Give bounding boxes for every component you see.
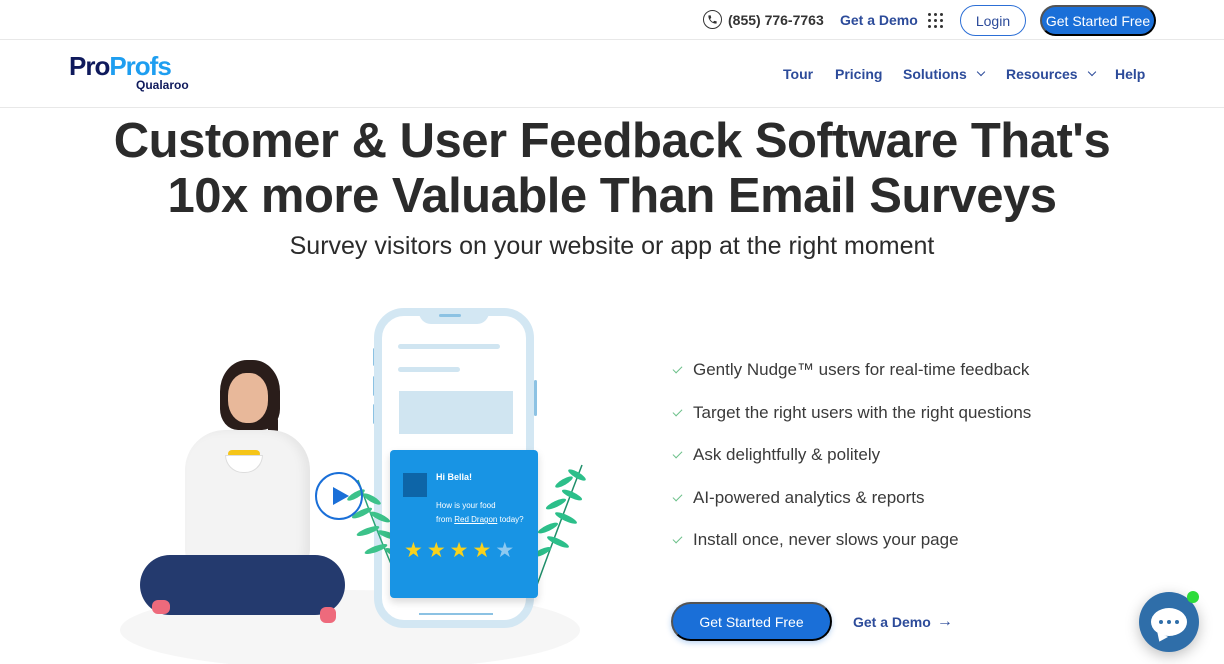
question-suffix: today?: [499, 515, 524, 524]
placeholder-line: [398, 367, 460, 372]
hero-subheadline: Survey visitors on your website or app a…: [289, 232, 935, 260]
play-icon: [333, 487, 349, 505]
chevron-down-icon: [976, 67, 986, 77]
placeholder-line: [398, 344, 500, 349]
check-icon: [672, 448, 683, 459]
check-icon: [672, 363, 683, 374]
nav-item-tour[interactable]: Tour: [783, 66, 813, 82]
star-filled-icon: ★: [472, 539, 492, 562]
check-icon: [672, 533, 683, 544]
chevron-down-icon: [1087, 67, 1096, 77]
logo-product-name: Qualaroo: [136, 78, 189, 92]
phone-home-indicator: [419, 613, 493, 615]
star-filled-icon: ★: [404, 539, 423, 562]
feature-text: Target the right users with the right qu…: [693, 402, 1032, 422]
check-icon: [672, 491, 683, 501]
nav-label: Solutions: [903, 66, 967, 82]
hero-headline-line2: 10x more Valuable Than Email Surveys: [167, 169, 1057, 223]
placeholder-block: [399, 391, 513, 434]
phone-side-button: [534, 380, 537, 416]
star-rating: ★ ★ ★ ★ ★: [404, 538, 514, 563]
phone-notch: [419, 308, 489, 324]
arrow-right-icon: →: [936, 613, 953, 630]
sock: [320, 607, 336, 623]
feature-text: Gently Nudge™ users for real-time feedba…: [693, 360, 1030, 379]
woman-eating-photo: [140, 355, 345, 645]
feature-item: Install once, never slows your page: [670, 530, 1031, 573]
sock: [152, 600, 170, 614]
get-a-demo-label: Get a Demo: [853, 614, 931, 630]
apps-grid-icon[interactable]: [928, 13, 943, 28]
star-filled-icon: ★: [449, 539, 469, 562]
survey-question-line1: How is your food: [436, 501, 496, 510]
avatar-placeholder: [403, 473, 427, 497]
logo-pro: Pro: [69, 51, 110, 81]
nav-item-help[interactable]: Help: [1115, 66, 1145, 82]
phone-number-text: (855) 776-7763: [728, 11, 824, 28]
legs: [140, 555, 345, 615]
check-icon: [672, 406, 683, 416]
feature-item: Target the right users with the right qu…: [670, 403, 1031, 446]
login-button[interactable]: Login: [960, 5, 1026, 36]
hero-headline: Customer & User Feedback Software That's…: [0, 114, 1224, 224]
nav-label: Help: [1115, 66, 1146, 82]
fern-leaf-icon: [532, 464, 586, 586]
survey-greeting: Hi Bella!: [436, 472, 473, 482]
hero-headline-line1: Customer & User Feedback Software That's: [113, 114, 1111, 168]
star-filled-icon: ★: [426, 539, 446, 562]
feature-text: Install once, never slows your page: [693, 530, 959, 549]
feature-item: Gently Nudge™ users for real-time feedba…: [670, 360, 1031, 403]
top-utility-bar: (855) 776-7763 Get a Demo Login Get Star…: [0, 0, 1224, 40]
survey-popup-card: Hi Bella! How is your food from Red Drag…: [390, 450, 538, 598]
logo-profs: Profs: [109, 51, 171, 81]
get-started-free-button[interactable]: Get Started Free: [671, 602, 832, 641]
feature-list: Gently Nudge™ users for real-time feedba…: [670, 360, 1031, 573]
hero-illustration: Hi Bella! How is your food from Red Drag…: [100, 300, 600, 664]
nav-label: Tour: [783, 66, 814, 82]
phone-number-link[interactable]: (855) 776-7763: [703, 10, 824, 29]
face: [228, 373, 268, 423]
star-empty-icon: ★: [495, 539, 515, 562]
chat-bubble-icon: [1151, 608, 1187, 636]
feature-item: Ask delightfully & politely: [670, 445, 1031, 488]
survey-question-line2: from Red Dragon today?: [436, 513, 524, 527]
online-status-dot: [1187, 591, 1199, 603]
nav-item-pricing[interactable]: Pricing: [835, 66, 882, 82]
feature-text: Ask delightfully & politely: [693, 445, 881, 464]
nav-label: Pricing: [835, 66, 883, 82]
question-from: from: [436, 515, 452, 524]
get-a-demo-link[interactable]: Get a Demo: [840, 12, 918, 28]
feature-item: AI-powered analytics & reports: [670, 488, 1031, 531]
question-brand: Red Dragon: [454, 515, 498, 524]
survey-question: How is your food from Red Dragon today?: [436, 499, 524, 527]
play-video-button[interactable]: [315, 472, 363, 520]
main-navbar: ProProfs Qualaroo Tour Pricing Solutions…: [0, 40, 1224, 108]
proprofs-qualaroo-logo[interactable]: ProProfs Qualaroo: [69, 51, 189, 92]
get-started-free-top-button[interactable]: Get Started Free: [1040, 5, 1156, 36]
feature-text: AI-powered analytics & reports: [693, 487, 925, 507]
nav-label: Resources: [1006, 66, 1078, 82]
nav-item-resources[interactable]: Resources: [1006, 66, 1096, 82]
get-a-demo-cta-link[interactable]: Get a Demo →: [853, 613, 953, 631]
phone-icon: [703, 10, 722, 29]
nav-item-solutions[interactable]: Solutions: [903, 66, 986, 82]
